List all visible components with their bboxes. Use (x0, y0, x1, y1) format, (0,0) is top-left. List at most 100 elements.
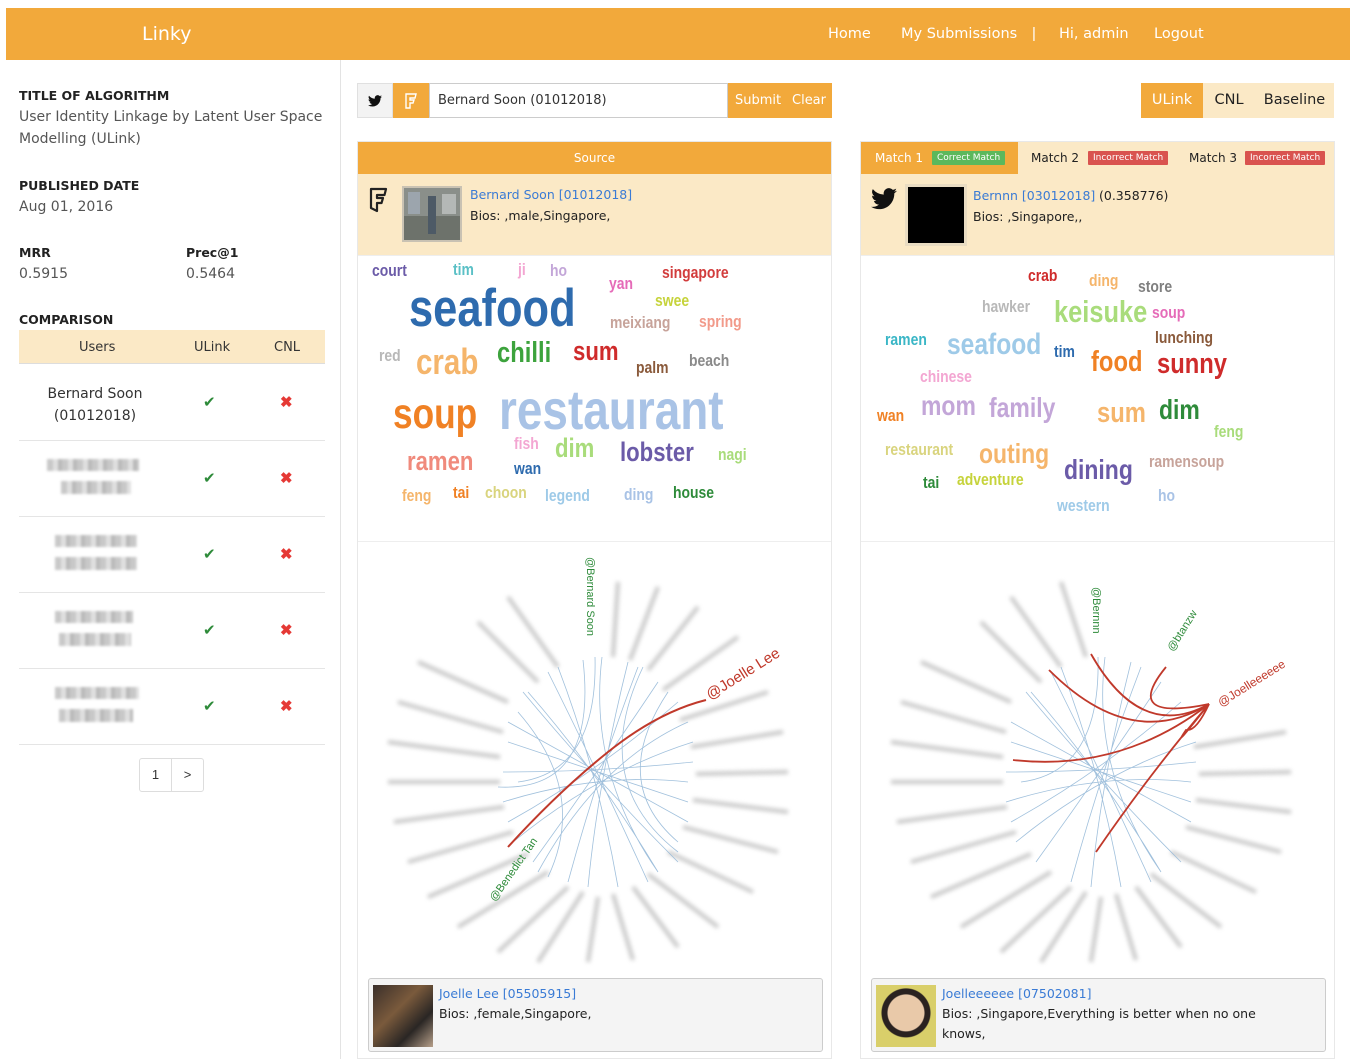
link-path-highlight (507, 699, 707, 848)
word-spring: spring (699, 312, 742, 331)
word-ramen: ramen (885, 330, 927, 349)
friend-bio: Bios: ,female,Singapore, (439, 1006, 592, 1021)
source-avatar-photo (402, 186, 462, 242)
mrr-value: 0.5915 (19, 266, 68, 282)
nav-separator: | (1032, 25, 1036, 42)
tab-ulink[interactable]: ULink (1141, 83, 1203, 118)
nav-logout-link[interactable]: Logout (1154, 26, 1204, 42)
friend-name[interactable]: Joelle Lee [05505915] (439, 986, 576, 1001)
match-2-label: Match 2 (1031, 151, 1080, 165)
blurred-user-id (59, 709, 133, 722)
source-chord-graph: @Bernard Soon @Joelle Lee @Benedict Tan (387, 557, 789, 964)
word-chilli: chilli (497, 337, 552, 369)
word-store: store (1138, 277, 1173, 296)
word-fish: fish (514, 434, 539, 453)
word-ding: ding (1089, 271, 1119, 290)
friend-avatar[interactable] (373, 985, 433, 1047)
table-row[interactable]: ✔ ✖ (19, 593, 325, 669)
word-court: court (372, 261, 407, 280)
match-user-bio: Bios: ,Singapore,, (973, 209, 1083, 224)
word-chinese: chinese (920, 367, 972, 386)
word-ho: ho (1158, 486, 1176, 505)
source-panel-header: Source (358, 142, 831, 174)
pager-page-1[interactable]: 1 (139, 758, 172, 792)
word-legend: legend (545, 486, 590, 505)
word-lobster: lobster (620, 437, 694, 467)
submit-button[interactable]: Submit (735, 93, 781, 108)
word-tai: tai (453, 483, 470, 502)
brand-logo[interactable]: Linky (142, 23, 191, 45)
prec-value: 0.5464 (186, 266, 235, 282)
search-input[interactable] (429, 83, 728, 118)
twitter-toggle[interactable] (357, 83, 393, 118)
word-ramensoup: ramensoup (1149, 452, 1225, 471)
word-sum: sum (1097, 397, 1146, 429)
source-user-name[interactable]: Bernard Soon [01012018] (470, 187, 632, 202)
table-row[interactable]: ✔ ✖ (19, 441, 325, 517)
word-tim: tim (453, 260, 474, 279)
foursquare-toggle[interactable] (393, 83, 429, 118)
foursquare-icon (405, 93, 417, 109)
link-paths-highlight (1012, 653, 1210, 853)
word-crab: crab (416, 341, 479, 382)
word-wan: wan (514, 459, 542, 478)
graph-edges (1005, 656, 1197, 888)
word-adventure: adventure (957, 470, 1024, 489)
match-1-label: Match 1 (875, 151, 924, 165)
tab-match-3[interactable]: Match 3 Incorrect Match (1175, 142, 1335, 174)
word-wan: wan (877, 406, 905, 425)
match-3-badge: Incorrect Match (1245, 151, 1326, 165)
word-swee: swee (655, 291, 690, 310)
blurred-user-id (55, 557, 137, 570)
mrr-heading: MRR (19, 245, 51, 260)
source-friend-card: Joelle Lee [05505915] Bios: ,female,Sing… (368, 978, 823, 1052)
word-restaurant: restaurant (499, 378, 724, 441)
word-crab: crab (1028, 266, 1058, 285)
word-soup: soup (393, 390, 478, 438)
match-profile: Bernnn [03012018] (0.358776) Bios: ,Sing… (861, 174, 1334, 256)
word-mom: mom (921, 390, 976, 421)
tab-baseline[interactable]: Baseline (1255, 83, 1334, 118)
col-users: Users (79, 340, 116, 355)
blurred-user-id (59, 633, 131, 646)
table-row[interactable]: Bernard Soon (01012018) ✔ ✖ (19, 365, 325, 441)
source-avatar[interactable] (402, 186, 462, 242)
tab-cnl[interactable]: CNL (1203, 83, 1255, 118)
check-icon: ✔ (203, 698, 216, 715)
row-user[interactable]: Bernard Soon (01012018) (19, 383, 171, 427)
match-avatar[interactable] (905, 184, 967, 246)
word-hawker: hawker (982, 297, 1031, 316)
tab-match-2[interactable]: Match 2 Incorrect Match (1018, 142, 1175, 174)
nav-submissions-link[interactable]: My Submissions (901, 26, 1017, 42)
match-social-graph: @Bernnn @btanzw @Joelleeeeee (861, 542, 1334, 972)
comparison-table-header: Users ULink CNL (19, 330, 325, 364)
cross-icon: ✖ (280, 394, 293, 411)
algorithm-title-line1: User Identity Linkage by Latent User Spa… (19, 109, 323, 125)
cross-icon: ✖ (280, 546, 293, 563)
word-western: western (1057, 496, 1110, 515)
table-row[interactable]: ✔ ✖ (19, 669, 325, 745)
twitter-icon (871, 188, 897, 210)
graph-label-match: @Bernnn (1090, 587, 1102, 634)
match-2-badge: Incorrect Match (1088, 151, 1169, 165)
algorithm-title-line2: Modelling (ULink) (19, 131, 141, 147)
row-user-name: Bernard Soon (47, 386, 143, 402)
match-user-name[interactable]: Bernnn [03012018] (973, 188, 1095, 203)
tab-match-1[interactable]: Match 1 Correct Match (861, 142, 1018, 174)
table-row[interactable]: ✔ ✖ (19, 517, 325, 593)
friend-bio-line2: knows, (942, 1026, 986, 1041)
cross-icon: ✖ (280, 622, 293, 639)
friend-name[interactable]: Joelleeeeee [07502081] (942, 986, 1091, 1001)
col-ulink: ULink (194, 340, 231, 355)
word-dim: dim (555, 433, 595, 463)
nav-greeting-link[interactable]: Hi, admin (1059, 26, 1129, 42)
word-seafood: seafood (409, 279, 576, 338)
word-ding: ding (624, 485, 654, 504)
word-family: family (989, 392, 1056, 423)
nav-home-link[interactable]: Home (828, 26, 871, 42)
pager-next[interactable]: > (171, 758, 204, 792)
friend-avatar[interactable] (876, 985, 936, 1047)
comparison-heading: COMPARISON (19, 312, 114, 327)
clear-button[interactable]: Clear (792, 93, 826, 108)
word-ho: ho (550, 261, 568, 280)
